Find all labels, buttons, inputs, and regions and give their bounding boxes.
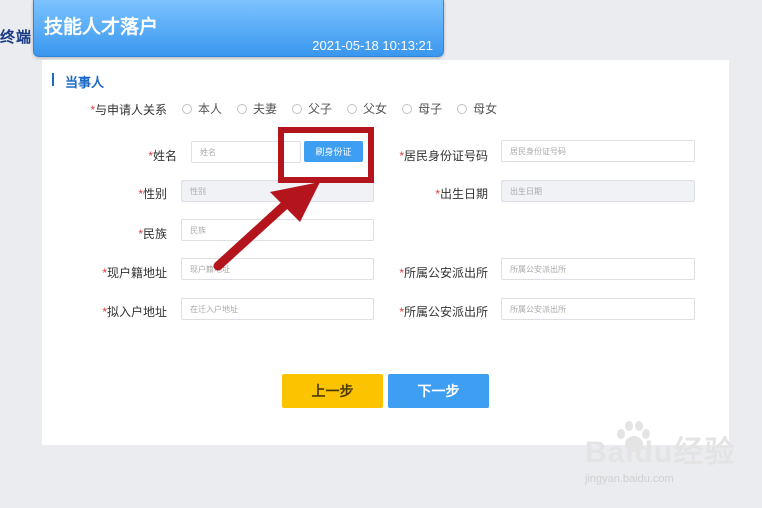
baidu-watermark: Baidu经验 jingyan.baidu.com xyxy=(585,436,736,485)
police-station-input[interactable] xyxy=(501,258,695,280)
radio-father-son[interactable]: 父子 xyxy=(292,100,332,117)
radio-spouse[interactable]: 夫妻 xyxy=(237,100,277,117)
radio-circle-icon xyxy=(237,103,248,114)
previous-step-button[interactable]: 上一步 xyxy=(282,374,383,408)
header-bar: 技能人才落户 2021-05-18 10:13:21 xyxy=(33,0,444,57)
police-station-input-2[interactable] xyxy=(501,298,695,320)
gender-label: *性别 xyxy=(138,187,167,201)
page-title: 技能人才落户 xyxy=(44,17,159,38)
next-step-button[interactable]: 下一步 xyxy=(388,374,489,408)
planned-address-label: *拟入户地址 xyxy=(102,305,167,319)
form-panel: 当事人 *与申请人关系 本人 夫妻 父子 父女 母子 母女 *姓名 刷身份证 *… xyxy=(42,60,729,445)
annotation-arrow-icon xyxy=(213,182,320,271)
datetime-display: 2021-05-18 10:13:21 xyxy=(312,38,433,53)
radio-circle-icon xyxy=(457,103,468,114)
birth-date-label: *出生日期 xyxy=(435,187,488,201)
edge-logo-text: 终端 xyxy=(0,29,33,46)
planned-address-input[interactable] xyxy=(181,298,374,320)
current-address-label: *现户籍地址 xyxy=(102,266,167,280)
police-station-label-2: *所属公安派出所 xyxy=(399,305,488,319)
ethnicity-label: *民族 xyxy=(138,227,167,241)
id-number-label: *居民身份证号码 xyxy=(399,149,488,163)
radio-circle-icon xyxy=(182,103,192,114)
radio-circle-icon xyxy=(402,103,413,114)
section-title: 当事人 xyxy=(52,72,104,91)
police-station-label: *所属公安派出所 xyxy=(399,266,488,280)
birth-date-input[interactable] xyxy=(501,180,695,202)
name-label: *姓名 xyxy=(148,149,177,163)
radio-father-daughter[interactable]: 父女 xyxy=(347,100,387,117)
radio-circle-icon xyxy=(347,103,358,114)
relationship-label: *与申请人关系 xyxy=(90,103,167,117)
radio-self[interactable]: 本人 xyxy=(182,100,222,117)
relationship-radio-group: 本人 夫妻 父子 父女 母子 母女 xyxy=(182,100,512,117)
id-number-input[interactable] xyxy=(501,140,695,162)
radio-mother-daughter[interactable]: 母女 xyxy=(457,100,497,117)
radio-mother-son[interactable]: 母子 xyxy=(402,100,442,117)
radio-circle-icon xyxy=(292,103,303,114)
